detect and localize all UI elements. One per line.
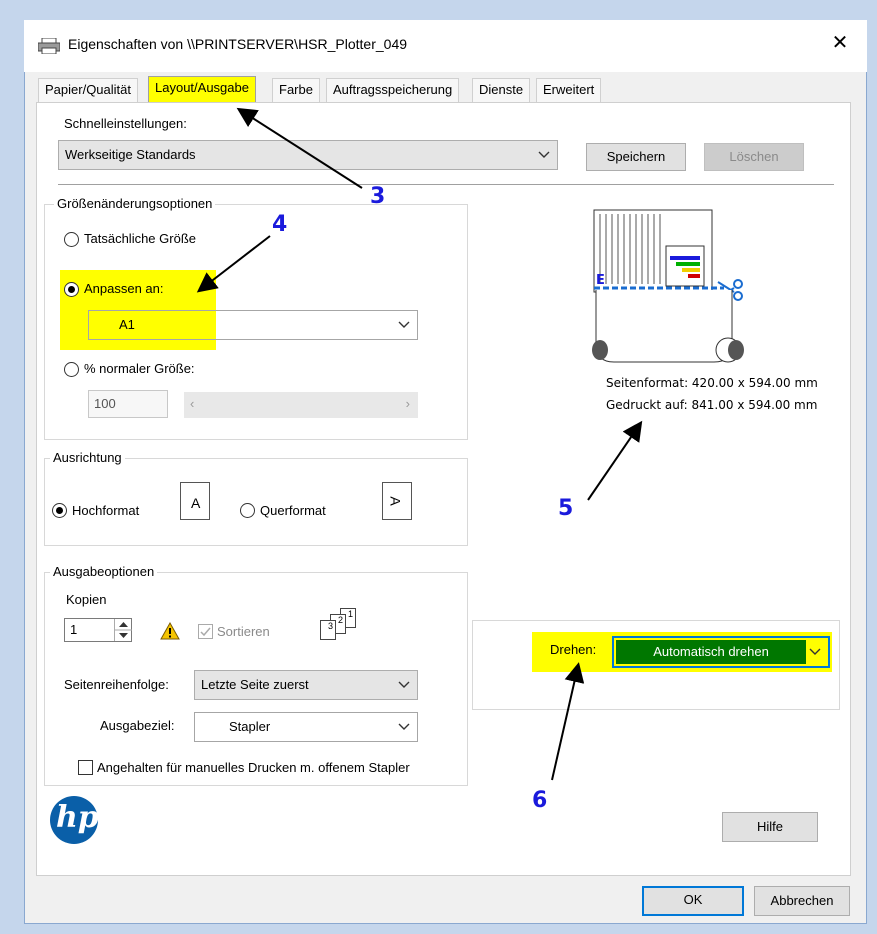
annotation-arrows <box>196 107 643 781</box>
arrow-6 <box>551 662 585 781</box>
annotation-5: 5 <box>558 496 574 521</box>
arrow-4 <box>196 235 271 293</box>
annotation-3: 3 <box>370 184 386 209</box>
arrow-5 <box>587 420 643 501</box>
annotation-6: 6 <box>532 788 548 813</box>
annotation-4: 4 <box>272 212 288 237</box>
arrow-3 <box>236 107 363 189</box>
